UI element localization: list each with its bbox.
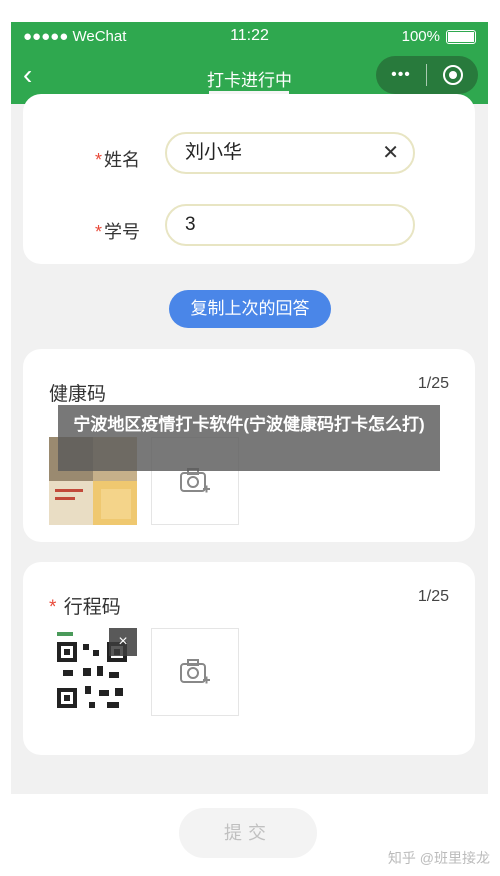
required-mark: *	[49, 597, 57, 618]
close-mini-program-button[interactable]	[427, 65, 478, 85]
remove-image-icon[interactable]: ×	[109, 628, 137, 656]
camera-add-icon	[180, 659, 210, 684]
info-card: * 姓名 刘小华 ✕ * 学号 3	[23, 94, 475, 264]
battery-percent: 100%	[401, 28, 440, 45]
student-id-label-text: 学号	[104, 222, 141, 242]
itinerary-code-thumbnail[interactable]: ×	[49, 628, 137, 716]
student-id-field[interactable]: 3	[165, 204, 415, 246]
more-dots-icon[interactable]: •••	[376, 66, 426, 84]
itinerary-code-upload-button[interactable]	[151, 628, 239, 716]
itinerary-code-count: 1/25	[417, 588, 449, 605]
name-label-text: 姓名	[104, 150, 141, 170]
camera-add-icon	[180, 468, 210, 493]
name-field[interactable]: 刘小华 ✕	[165, 132, 415, 174]
overlay-caption: 宁波地区疫情打卡软件(宁波健康码打卡怎么打)	[58, 405, 440, 471]
required-mark: *	[95, 222, 103, 242]
itinerary-code-title: * 行程码	[49, 592, 121, 619]
health-code-count: 1/25	[417, 375, 449, 392]
copy-last-answer-button[interactable]: 复制上次的回答	[169, 290, 331, 328]
itinerary-code-card: * 行程码 1/25 ×	[23, 562, 475, 755]
mini-program-capsule: •••	[376, 56, 478, 94]
clear-icon[interactable]: ✕	[382, 134, 399, 172]
status-bar: ●●●●● WeChat 11:22 100%	[11, 22, 488, 50]
watermark: 知乎 @班里接龙	[387, 850, 490, 866]
itinerary-code-title-text: 行程码	[63, 597, 121, 618]
name-label: * 姓名	[95, 146, 140, 172]
student-id-label: * 学号	[95, 218, 140, 244]
submit-button[interactable]: 提交	[179, 808, 317, 858]
battery-icon	[446, 29, 476, 44]
health-code-title: 健康码	[49, 384, 107, 405]
name-value: 刘小华	[185, 142, 243, 163]
close-target-icon	[442, 65, 463, 85]
student-id-value: 3	[185, 214, 196, 235]
required-mark: *	[95, 150, 103, 170]
battery-indicator: 100%	[402, 28, 476, 45]
